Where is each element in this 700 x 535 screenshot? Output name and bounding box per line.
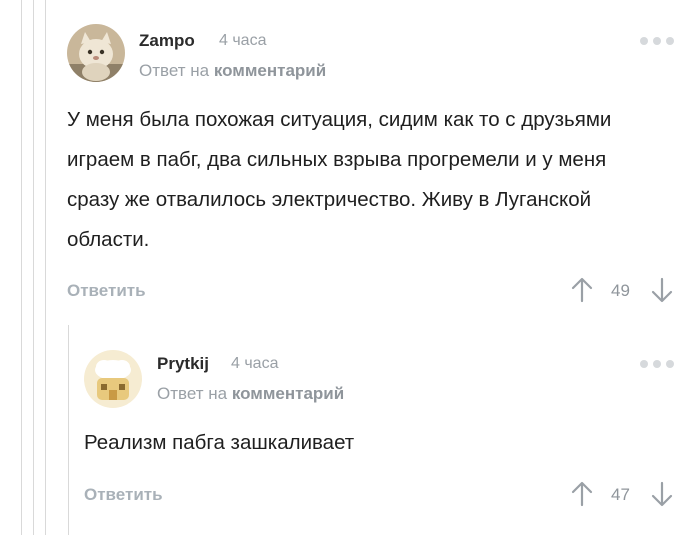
reply-target-link[interactable]: комментарий: [232, 384, 344, 403]
dot-icon: [666, 360, 674, 368]
reply-prefix: Ответ на: [157, 384, 228, 403]
downvote-icon[interactable]: [650, 481, 674, 507]
more-options-button[interactable]: [640, 360, 674, 368]
reply-context: Ответ на комментарий: [157, 384, 344, 404]
author-name[interactable]: Prytkij: [157, 354, 209, 374]
comment-reply: Prytkij 4 часа Ответ на комментарий Реал…: [0, 325, 700, 535]
comment: Zampo 4 часа Ответ на комментарий У меня…: [0, 0, 700, 310]
comment-text: Реализм пабга зашкаливает: [84, 431, 355, 454]
more-options-button[interactable]: [640, 37, 674, 45]
dot-icon: [666, 37, 674, 45]
chef-avatar-icon[interactable]: [84, 350, 142, 408]
timestamp: 4 часа: [231, 355, 279, 372]
comment-text: У меня была похожая ситуация, сидим как …: [67, 108, 612, 251]
cat-avatar-icon[interactable]: [67, 24, 125, 82]
timestamp: 4 часа: [219, 32, 267, 49]
reply-context: Ответ на комментарий: [139, 61, 326, 81]
upvote-icon[interactable]: [570, 481, 594, 507]
reply-button[interactable]: Ответить: [84, 485, 163, 505]
score: 47: [611, 485, 630, 504]
dot-icon: [640, 360, 648, 368]
dot-icon: [653, 37, 661, 45]
reply-target-link[interactable]: комментарий: [214, 61, 326, 80]
dot-icon: [653, 360, 661, 368]
upvote-icon[interactable]: [570, 277, 594, 303]
reply-button[interactable]: Ответить: [67, 281, 146, 301]
dot-icon: [640, 37, 648, 45]
downvote-icon[interactable]: [650, 277, 674, 303]
reply-prefix: Ответ на: [139, 61, 210, 80]
author-name[interactable]: Zampo: [139, 31, 195, 51]
score: 49: [611, 281, 630, 300]
